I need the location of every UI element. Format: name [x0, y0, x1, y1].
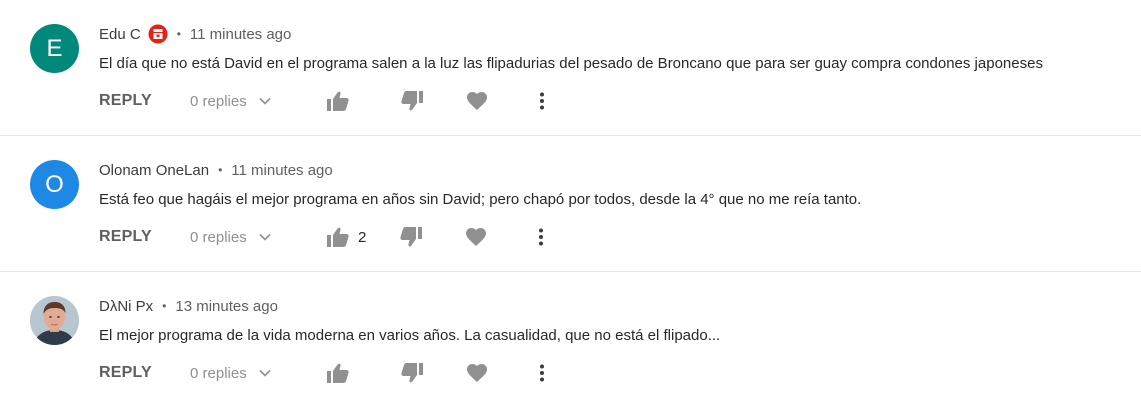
- comments-list: E Edu C • 11 minutes ago El día que no e…: [0, 0, 1141, 408]
- comment-header: DλNi Px • 13 minutes ago: [99, 296, 278, 316]
- comment-text: El día que no está David en el programa …: [99, 55, 1043, 72]
- comment-time[interactable]: 11 minutes ago: [190, 26, 291, 43]
- comment-time[interactable]: 11 minutes ago: [231, 162, 332, 179]
- thumbs-down-icon[interactable]: [401, 90, 423, 112]
- thumbs-down-icon[interactable]: [401, 362, 423, 384]
- reply-button[interactable]: REPLY: [99, 228, 190, 246]
- more-vert-icon[interactable]: [530, 226, 552, 248]
- avatar-letter: O: [45, 170, 64, 198]
- comment-actions: REPLY 0 replies: [99, 362, 553, 384]
- avatar[interactable]: [30, 296, 79, 345]
- sponsor-badge-icon: [148, 24, 168, 44]
- replies-label: 0 replies: [190, 228, 247, 246]
- avatar[interactable]: O: [30, 160, 79, 209]
- like-count: 2: [358, 228, 367, 246]
- author-name[interactable]: Edu C: [99, 26, 141, 43]
- avatar[interactable]: E: [30, 24, 79, 73]
- replies-toggle[interactable]: 0 replies: [190, 365, 327, 382]
- avatar-letter: E: [46, 34, 63, 62]
- chevron-down-icon: [259, 233, 271, 241]
- comment-text: El mejor programa de la vida moderna en …: [99, 327, 721, 344]
- comment-header: Edu C • 11 minutes ago: [99, 24, 291, 44]
- heart-icon[interactable]: [465, 226, 487, 248]
- replies-toggle[interactable]: 0 replies: [190, 229, 327, 246]
- more-vert-icon[interactable]: [531, 362, 553, 384]
- thumbs-up-icon[interactable]: [327, 90, 349, 112]
- replies-toggle[interactable]: 0 replies: [190, 93, 327, 110]
- reply-button[interactable]: REPLY: [99, 364, 190, 382]
- separator-dot: •: [176, 27, 181, 41]
- heart-icon[interactable]: [466, 90, 488, 112]
- reply-button[interactable]: REPLY: [99, 92, 190, 110]
- author-name[interactable]: Olonam OneLan: [99, 162, 209, 179]
- avatar-photo: [30, 296, 79, 345]
- comment-text: Está feo que hagáis el mejor programa en…: [99, 191, 862, 208]
- comment-item: E Edu C • 11 minutes ago El día que no e…: [0, 0, 1141, 136]
- comment-actions: REPLY 0 replies: [99, 90, 553, 112]
- replies-label: 0 replies: [190, 92, 247, 110]
- comment-actions: REPLY 0 replies 2: [99, 226, 552, 248]
- separator-dot: •: [218, 163, 223, 177]
- thumbs-up-icon[interactable]: [327, 226, 349, 248]
- heart-icon[interactable]: [466, 362, 488, 384]
- more-vert-icon[interactable]: [531, 90, 553, 112]
- separator-dot: •: [162, 299, 167, 313]
- comment-header: Olonam OneLan • 11 minutes ago: [99, 160, 333, 180]
- replies-label: 0 replies: [190, 364, 247, 382]
- thumbs-down-icon[interactable]: [400, 226, 423, 248]
- comment-item: O Olonam OneLan • 11 minutes ago Está fe…: [0, 136, 1141, 272]
- chevron-down-icon: [259, 369, 271, 377]
- comment-item: DλNi Px • 13 minutes ago El mejor progra…: [0, 272, 1141, 408]
- comment-time[interactable]: 13 minutes ago: [175, 298, 278, 315]
- thumbs-up-icon[interactable]: [327, 362, 349, 384]
- chevron-down-icon: [259, 97, 271, 105]
- author-name[interactable]: DλNi Px: [99, 298, 153, 315]
